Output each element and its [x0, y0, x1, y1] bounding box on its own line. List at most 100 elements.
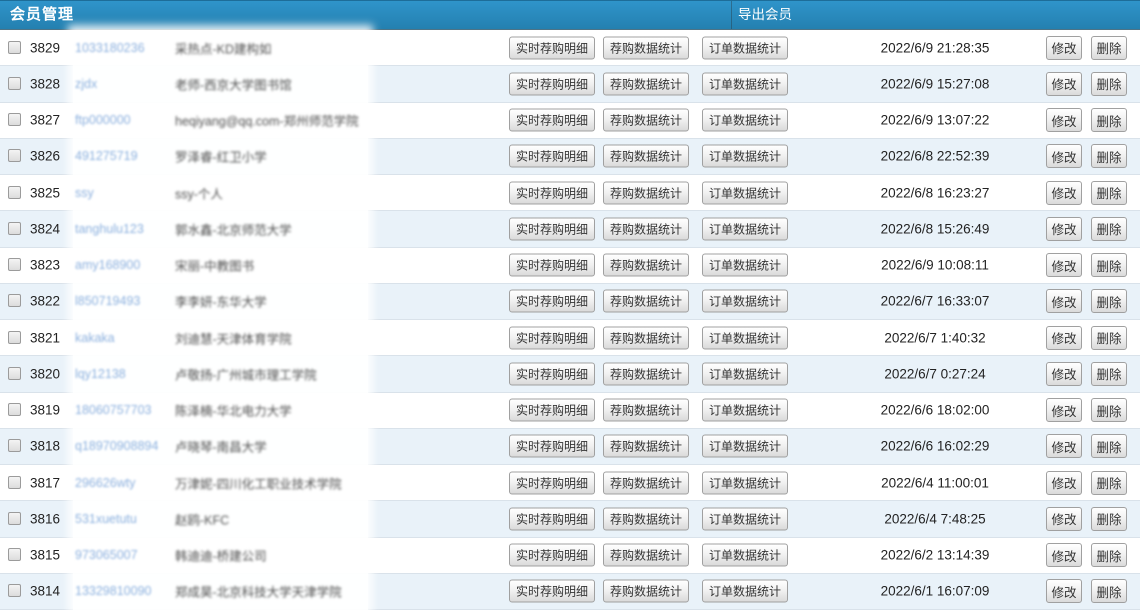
row-checkbox[interactable] [8, 113, 21, 126]
member-username-link[interactable]: 491275719 [75, 149, 138, 163]
recommend-stats-button[interactable]: 荐购数据统计 [603, 580, 689, 603]
recommend-stats-button[interactable]: 荐购数据统计 [603, 36, 689, 59]
realtime-detail-button[interactable]: 实时荐购明细 [509, 290, 595, 313]
row-checkbox[interactable] [8, 186, 21, 199]
delete-button[interactable]: 删除 [1091, 579, 1127, 603]
realtime-detail-button[interactable]: 实时荐购明细 [509, 435, 595, 458]
order-stats-button[interactable]: 订单数据统计 [702, 399, 788, 422]
realtime-detail-button[interactable]: 实时荐购明细 [509, 217, 595, 240]
order-stats-button[interactable]: 订单数据统计 [702, 145, 788, 168]
order-stats-button[interactable]: 订单数据统计 [702, 580, 788, 603]
realtime-detail-button[interactable]: 实时荐购明细 [509, 326, 595, 349]
member-username-link[interactable]: 1033180236 [75, 41, 145, 55]
recommend-stats-button[interactable]: 荐购数据统计 [603, 471, 689, 494]
edit-button[interactable]: 修改 [1046, 434, 1082, 458]
recommend-stats-button[interactable]: 荐购数据统计 [603, 362, 689, 385]
recommend-stats-button[interactable]: 荐购数据统计 [603, 326, 689, 349]
realtime-detail-button[interactable]: 实时荐购明细 [509, 145, 595, 168]
order-stats-button[interactable]: 订单数据统计 [702, 362, 788, 385]
row-checkbox[interactable] [8, 548, 21, 561]
edit-button[interactable]: 修改 [1046, 144, 1082, 168]
order-stats-button[interactable]: 订单数据统计 [702, 72, 788, 95]
edit-button[interactable]: 修改 [1046, 253, 1082, 277]
order-stats-button[interactable]: 订单数据统计 [702, 471, 788, 494]
delete-button[interactable]: 删除 [1091, 434, 1127, 458]
order-stats-button[interactable]: 订单数据统计 [702, 435, 788, 458]
row-checkbox[interactable] [8, 367, 21, 380]
delete-button[interactable]: 删除 [1091, 144, 1127, 168]
recommend-stats-button[interactable]: 荐购数据统计 [603, 217, 689, 240]
realtime-detail-button[interactable]: 实时荐购明细 [509, 181, 595, 204]
member-username-link[interactable]: 973065007 [75, 548, 138, 562]
recommend-stats-button[interactable]: 荐购数据统计 [603, 109, 689, 132]
edit-button[interactable]: 修改 [1046, 326, 1082, 350]
row-checkbox[interactable] [8, 258, 21, 271]
row-checkbox[interactable] [8, 77, 21, 90]
delete-button[interactable]: 删除 [1091, 362, 1127, 386]
delete-button[interactable]: 删除 [1091, 543, 1127, 567]
delete-button[interactable]: 删除 [1091, 181, 1127, 205]
realtime-detail-button[interactable]: 实时荐购明细 [509, 399, 595, 422]
row-checkbox[interactable] [8, 41, 21, 54]
recommend-stats-button[interactable]: 荐购数据统计 [603, 145, 689, 168]
edit-button[interactable]: 修改 [1046, 362, 1082, 386]
member-username-link[interactable]: q18970908894 [75, 439, 158, 453]
realtime-detail-button[interactable]: 实时荐购明细 [509, 362, 595, 385]
delete-button[interactable]: 删除 [1091, 471, 1127, 495]
realtime-detail-button[interactable]: 实时荐购明细 [509, 254, 595, 277]
row-checkbox[interactable] [8, 476, 21, 489]
edit-button[interactable]: 修改 [1046, 398, 1082, 422]
member-username-link[interactable]: 13329810090 [75, 584, 151, 598]
edit-button[interactable]: 修改 [1046, 507, 1082, 531]
order-stats-button[interactable]: 订单数据统计 [702, 254, 788, 277]
order-stats-button[interactable]: 订单数据统计 [702, 217, 788, 240]
delete-button[interactable]: 删除 [1091, 217, 1127, 241]
delete-button[interactable]: 删除 [1091, 108, 1127, 132]
member-username-link[interactable]: ftp000000 [75, 113, 131, 127]
edit-button[interactable]: 修改 [1046, 72, 1082, 96]
delete-button[interactable]: 删除 [1091, 253, 1127, 277]
recommend-stats-button[interactable]: 荐购数据统计 [603, 399, 689, 422]
edit-button[interactable]: 修改 [1046, 579, 1082, 603]
member-username-link[interactable]: 18060757703 [75, 403, 151, 417]
recommend-stats-button[interactable]: 荐购数据统计 [603, 290, 689, 313]
recommend-stats-button[interactable]: 荐购数据统计 [603, 435, 689, 458]
member-username-link[interactable]: zjdx [75, 77, 97, 91]
member-username-link[interactable]: 296626wty [75, 476, 135, 490]
realtime-detail-button[interactable]: 实时荐购明细 [509, 109, 595, 132]
order-stats-button[interactable]: 订单数据统计 [702, 544, 788, 567]
edit-button[interactable]: 修改 [1046, 217, 1082, 241]
delete-button[interactable]: 删除 [1091, 326, 1127, 350]
edit-button[interactable]: 修改 [1046, 181, 1082, 205]
edit-button[interactable]: 修改 [1046, 289, 1082, 313]
row-checkbox[interactable] [8, 222, 21, 235]
delete-button[interactable]: 删除 [1091, 36, 1127, 60]
recommend-stats-button[interactable]: 荐购数据统计 [603, 544, 689, 567]
realtime-detail-button[interactable]: 实时荐购明细 [509, 507, 595, 530]
delete-button[interactable]: 删除 [1091, 72, 1127, 96]
recommend-stats-button[interactable]: 荐购数据统计 [603, 72, 689, 95]
member-username-link[interactable]: ssy [75, 186, 94, 200]
edit-button[interactable]: 修改 [1046, 471, 1082, 495]
member-username-link[interactable]: l850719493 [75, 294, 140, 308]
realtime-detail-button[interactable]: 实时荐购明细 [509, 72, 595, 95]
realtime-detail-button[interactable]: 实时荐购明细 [509, 544, 595, 567]
member-username-link[interactable]: kakaka [75, 331, 115, 345]
recommend-stats-button[interactable]: 荐购数据统计 [603, 181, 689, 204]
edit-button[interactable]: 修改 [1046, 108, 1082, 132]
order-stats-button[interactable]: 订单数据统计 [702, 109, 788, 132]
delete-button[interactable]: 删除 [1091, 289, 1127, 313]
delete-button[interactable]: 删除 [1091, 507, 1127, 531]
export-members-link[interactable]: 导出会员 [738, 1, 792, 29]
row-checkbox[interactable] [8, 439, 21, 452]
realtime-detail-button[interactable]: 实时荐购明细 [509, 36, 595, 59]
row-checkbox[interactable] [8, 294, 21, 307]
member-username-link[interactable]: amy168900 [75, 258, 140, 272]
order-stats-button[interactable]: 订单数据统计 [702, 181, 788, 204]
edit-button[interactable]: 修改 [1046, 543, 1082, 567]
realtime-detail-button[interactable]: 实时荐购明细 [509, 580, 595, 603]
member-username-link[interactable]: lqy12138 [75, 367, 126, 381]
delete-button[interactable]: 删除 [1091, 398, 1127, 422]
row-checkbox[interactable] [8, 403, 21, 416]
row-checkbox[interactable] [8, 512, 21, 525]
